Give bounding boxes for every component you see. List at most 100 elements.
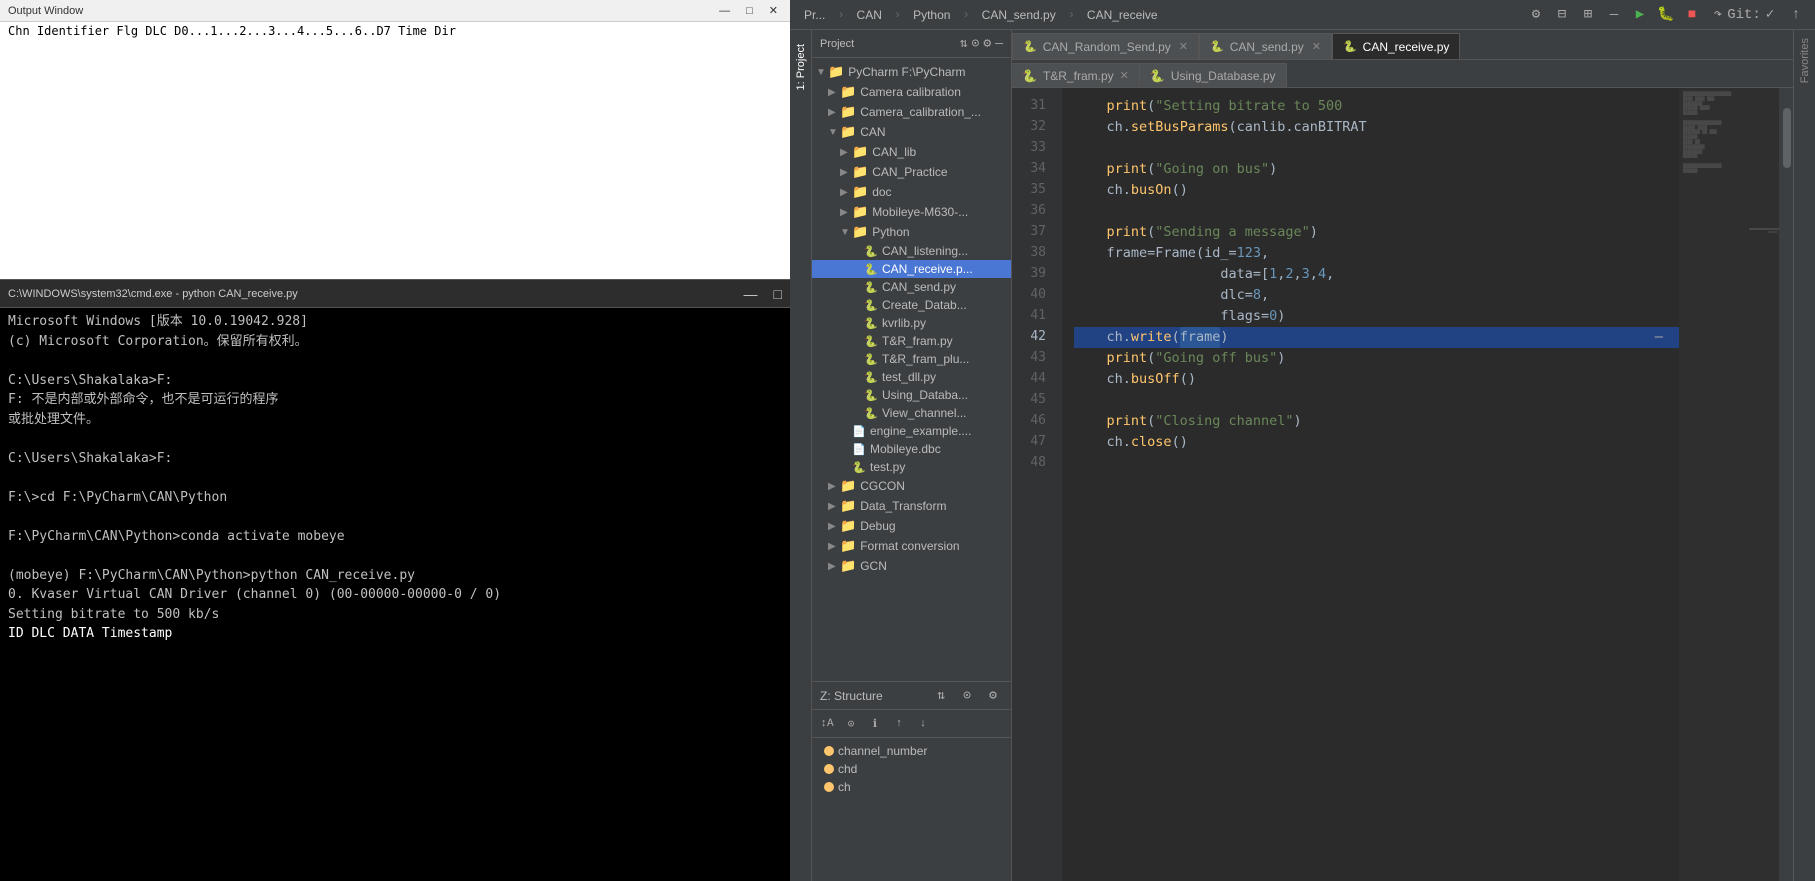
vcs-check-btn[interactable]: ✓	[1759, 4, 1781, 26]
tree-cansend[interactable]: . 🐍 CAN_send.py	[812, 278, 1011, 296]
down-btn[interactable]: ↓	[912, 713, 934, 735]
topbar-canreceive[interactable]: CAN_receive	[1081, 6, 1164, 24]
tree-canlisten[interactable]: . 🐍 CAN_listening...	[812, 242, 1011, 260]
project-tree[interactable]: ▼ 📁 PyCharm F:\PyCharm ▶ 📁 Camera calibr…	[812, 58, 1011, 681]
root-label: PyCharm F:\PyCharm	[848, 65, 965, 79]
up-btn[interactable]: ↑	[888, 713, 910, 735]
struct-item-channel[interactable]: channel_number	[820, 742, 1003, 760]
tree-kvrlib[interactable]: . 🐍 kvrlib.py	[812, 314, 1011, 332]
tab-bar-row2: 🐍 T&R_fram.py ✕ 🐍 Using_Database.py	[1012, 60, 1793, 88]
tree-canreceive[interactable]: . 🐍 CAN_receive.p...	[812, 260, 1011, 278]
line-num-42: 42	[1012, 327, 1054, 348]
info-btn[interactable]: ℹ	[864, 713, 886, 735]
topbar-pr[interactable]: Pr...	[798, 6, 831, 24]
topbar-python[interactable]: Python	[907, 6, 956, 24]
structure-filter-icon[interactable]: ⊙	[957, 686, 977, 706]
line-num-38: 38	[1012, 243, 1054, 264]
tab-can-random-send[interactable]: 🐍 CAN_Random_Send.py ✕	[1012, 33, 1199, 59]
tree-trframplus[interactable]: . 🐍 T&R_fram_plu...	[812, 350, 1011, 368]
filter-icon[interactable]: ⊙	[972, 36, 980, 51]
tree-formatconv[interactable]: ▶ 📁 Format conversion	[812, 536, 1011, 556]
step-icon-btn[interactable]: ↷	[1707, 4, 1729, 26]
editor-scrollbar[interactable]	[1779, 88, 1793, 881]
close-btn[interactable]: ✕	[765, 4, 782, 17]
sort-alpha-btn[interactable]: ↕A	[816, 713, 838, 735]
tree-datatransform[interactable]: ▶ 📁 Data_Transform	[812, 496, 1011, 516]
structure-sort-icon[interactable]: ⇅	[931, 686, 951, 706]
code-line-31: print("Setting bitrate to 500	[1074, 96, 1679, 117]
project-tab[interactable]: 1: Project	[793, 38, 809, 96]
cgcon-arrow: ▶	[828, 481, 840, 492]
tree-gcn[interactable]: ▶ 📁 GCN	[812, 556, 1011, 576]
collapse-icon-btn[interactable]: ⊟	[1551, 4, 1573, 26]
tree-camera-cal[interactable]: ▶ 📁 Camera calibration	[812, 82, 1011, 102]
debug-icon-btn[interactable]: 🐛	[1655, 4, 1677, 26]
trfram-label: T&R_fram.py	[882, 334, 953, 348]
tab2-using-db[interactable]: 🐍 Using_Database.py	[1140, 63, 1287, 87]
tree-createdb[interactable]: . 🐍 Create_Datab...	[812, 296, 1011, 314]
close-sidebar-icon[interactable]: —	[995, 36, 1003, 51]
structure-tree[interactable]: channel_number chd ch	[812, 738, 1011, 881]
tab2-close-1[interactable]: ✕	[1120, 69, 1129, 82]
terminal-line-6: C:\Users\Shakalaka>F:	[8, 449, 782, 469]
struct-item-ch[interactable]: ch	[820, 778, 1003, 796]
topbar-can[interactable]: CAN	[851, 6, 888, 24]
vcs-push-btn[interactable]: ↑	[1785, 4, 1807, 26]
tree-testdll[interactable]: . 🐍 test_dll.py	[812, 368, 1011, 386]
tree-usingdb[interactable]: . 🐍 Using_Databa...	[812, 386, 1011, 404]
tab-close-2[interactable]: ✕	[1312, 40, 1321, 53]
stop-icon-btn[interactable]: ■	[1681, 4, 1703, 26]
vcs-icon-btn[interactable]: Git:	[1733, 4, 1755, 26]
code-editor[interactable]: 31 32 33 34 35 36 37 38 39 40 41 42 43 4…	[1012, 88, 1793, 881]
side-tabs: 1: Project	[790, 30, 812, 881]
topbar-sep2: ›	[894, 8, 901, 22]
formatconv-folder-icon: 📁	[840, 538, 856, 554]
tree-cgcon[interactable]: ▶ 📁 CGCON	[812, 476, 1011, 496]
struct-item-chd[interactable]: chd	[820, 760, 1003, 778]
minimize-btn[interactable]: —	[715, 4, 734, 17]
minimize-icon[interactable]: —	[744, 286, 758, 302]
tree-canpractice[interactable]: ▶ 📁 CAN_Practice	[812, 162, 1011, 182]
tab-close-1[interactable]: ✕	[1179, 40, 1188, 53]
terminal-line-blank5	[8, 546, 782, 566]
maximize-btn[interactable]: □	[742, 4, 757, 17]
table-header-text: Chn Identifier Flg DLC D0...1...2...3...…	[8, 24, 456, 38]
favorites-label[interactable]: Favorites	[1797, 30, 1813, 91]
tree-engineex[interactable]: . 📄 engine_example....	[812, 422, 1011, 440]
tree-doc[interactable]: ▶ 📁 doc	[812, 182, 1011, 202]
top-terminal-header: Output Window — □ ✕	[0, 0, 790, 22]
code-line-39: data=[1, 2, 3, 4,	[1074, 264, 1679, 285]
tree-mobileye-dbc[interactable]: . 📄 Mobileye.dbc	[812, 440, 1011, 458]
tree-debug[interactable]: ▶ 📁 Debug	[812, 516, 1011, 536]
structure-settings-icon[interactable]: ⚙	[983, 686, 1003, 706]
filter-btn[interactable]: ⊙	[840, 713, 862, 735]
terminal-content[interactable]: Microsoft Windows [版本 10.0.19042.928] (c…	[0, 308, 790, 881]
project-sidebar[interactable]: Project ⇅ ⊙ ⚙ — ▼ 📁 PyCharm F:\PyCharm	[812, 30, 1012, 881]
minus-42: —	[1655, 327, 1663, 349]
root-folder-icon: 📁	[828, 64, 844, 80]
tab-can-send[interactable]: 🐍 CAN_send.py ✕	[1199, 33, 1332, 59]
tree-python[interactable]: ▼ 📁 Python	[812, 222, 1011, 242]
run-icon-btn[interactable]: ▶	[1629, 4, 1651, 26]
tree-testpy[interactable]: . 🐍 test.py	[812, 458, 1011, 476]
tree-can[interactable]: ▼ 📁 CAN	[812, 122, 1011, 142]
tab-can-receive[interactable]: 🐍 CAN_receive.py	[1332, 33, 1460, 59]
code-content[interactable]: print("Setting bitrate to 500 ch.setBusP…	[1062, 88, 1679, 881]
topbar-cansend[interactable]: CAN_send.py	[976, 6, 1062, 24]
gear-icon-btn[interactable]: ⚙	[1525, 4, 1547, 26]
gear-small-icon[interactable]: ⚙	[983, 36, 991, 51]
top-terminal-controls[interactable]: — □ ✕	[715, 4, 782, 17]
expand-icon-btn[interactable]: ⊞	[1577, 4, 1599, 26]
tree-trfram[interactable]: . 🐍 T&R_fram.py	[812, 332, 1011, 350]
tree-camera-cal2[interactable]: ▶ 📁 Camera_calibration_...	[812, 102, 1011, 122]
sort-icon[interactable]: ⇅	[960, 36, 968, 51]
canlib-label: CAN_lib	[872, 145, 916, 159]
tree-viewchan[interactable]: . 🐍 View_channel...	[812, 404, 1011, 422]
tree-mobileye[interactable]: ▶ 📁 Mobileye-M630-...	[812, 202, 1011, 222]
tree-root[interactable]: ▼ 📁 PyCharm F:\PyCharm	[812, 62, 1011, 82]
maximize-icon[interactable]: □	[774, 286, 782, 302]
tab2-tr-fram[interactable]: 🐍 T&R_fram.py ✕	[1012, 63, 1140, 87]
close-panel-btn[interactable]: —	[1603, 4, 1625, 26]
scrollbar-thumb[interactable]	[1783, 108, 1791, 168]
tree-canlib[interactable]: ▶ 📁 CAN_lib	[812, 142, 1011, 162]
